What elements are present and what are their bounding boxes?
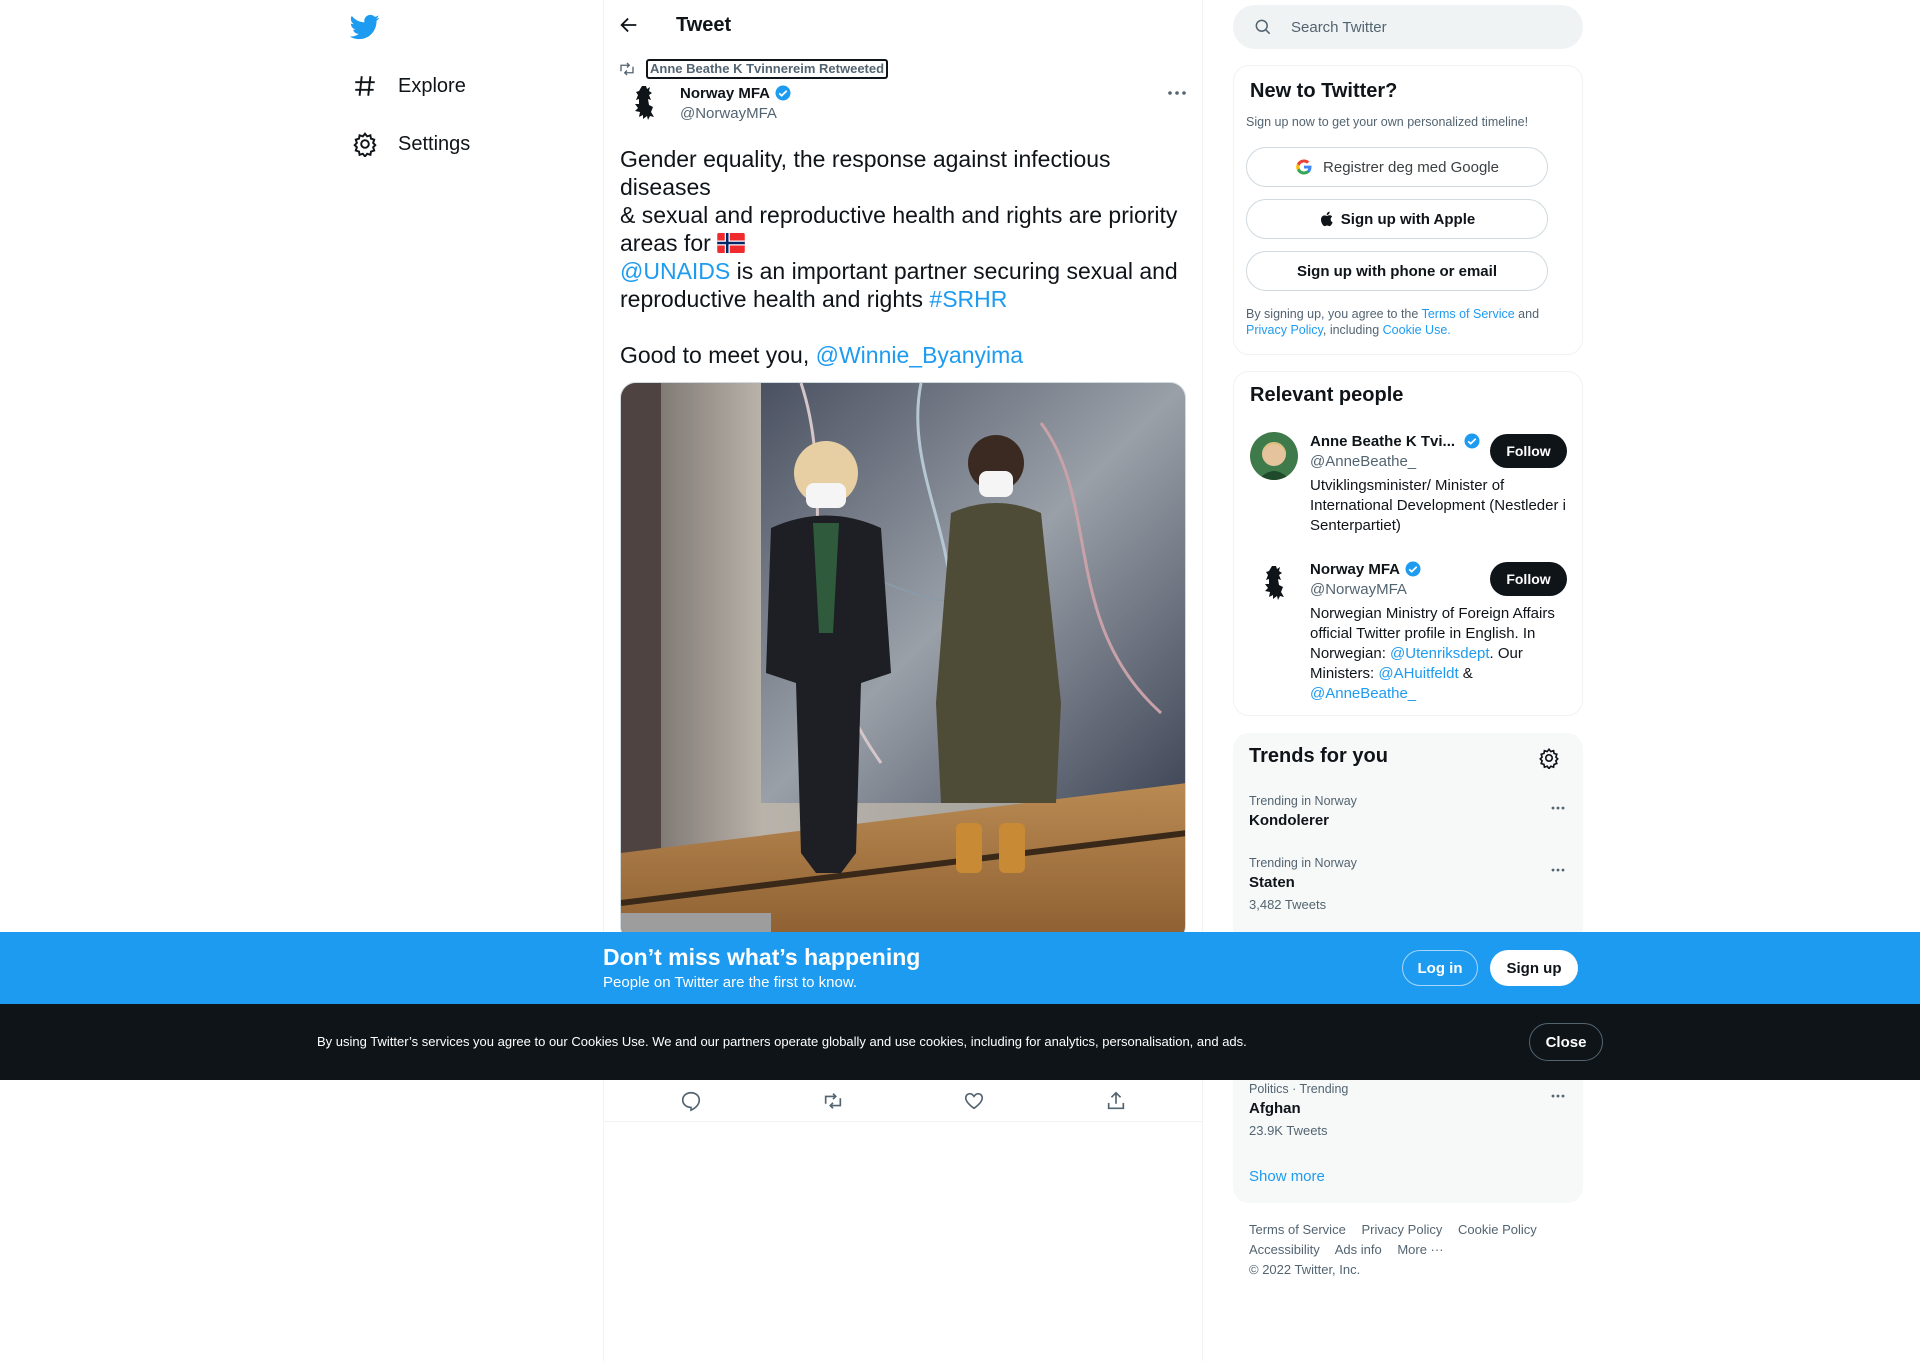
relevant-person-handle[interactable]: @AnneBeathe_ [1310, 453, 1416, 470]
mention-winnie-link[interactable]: @Winnie_Byanyima [816, 342, 1023, 368]
page-title: Tweet [676, 14, 732, 36]
footer-terms-link[interactable]: Terms of Service [1249, 1222, 1346, 1237]
footer-links-row-1: Terms of Service Privacy Policy Cookie P… [1249, 1222, 1549, 1237]
hashtag-srhr-link[interactable]: #SRHR [929, 286, 1007, 312]
terms-of-service-link[interactable]: Terms of Service [1422, 307, 1515, 321]
relevant-person-name[interactable]: Anne Beathe K Tvi... [1310, 432, 1481, 450]
trend-name[interactable]: Afghan [1249, 1100, 1301, 1117]
banner-subtitle: People on Twitter are the first to know. [603, 974, 858, 991]
apple-signup-button[interactable]: Sign up with Apple [1246, 199, 1548, 239]
new-to-twitter-subtitle: Sign up now to get your own personalized… [1246, 115, 1529, 129]
column-divider-left [603, 0, 604, 1361]
tweet-author-name[interactable]: Norway MFA [680, 84, 792, 102]
photo-two-women-meeting [621, 383, 1185, 941]
verified-badge-icon [1405, 561, 1421, 577]
footer-privacy-link[interactable]: Privacy Policy [1361, 1222, 1442, 1237]
reply-icon[interactable] [680, 1090, 702, 1112]
trend-count: 3,482 Tweets [1249, 897, 1327, 912]
anne-beathe-avatar[interactable] [1250, 432, 1298, 480]
nav-settings-label: Settings [398, 132, 471, 155]
gear-icon [353, 132, 377, 157]
footer-copyright: © 2022 Twitter, Inc. [1249, 1262, 1361, 1277]
privacy-policy-link[interactable]: Privacy Policy [1246, 323, 1323, 337]
search-box[interactable] [1233, 5, 1583, 49]
cookie-use-link[interactable]: Cookie Use. [1383, 323, 1451, 337]
trend-meta: Trending in Norway [1249, 794, 1357, 808]
signup-banner [0, 932, 1920, 1004]
footer-ads-info-link[interactable]: Ads info [1335, 1242, 1382, 1257]
footer-cookie-link[interactable]: Cookie Policy [1458, 1222, 1537, 1237]
show-more-link[interactable]: Show more [1249, 1168, 1325, 1185]
relevant-person-handle[interactable]: @NorwayMFA [1310, 581, 1407, 598]
tweet-action-bar [604, 1080, 1202, 1122]
trend-meta: Trending in Norway [1249, 856, 1357, 870]
norway-flag-emoji [717, 233, 745, 253]
tweet-author-handle[interactable]: @NorwayMFA [680, 105, 777, 122]
relevant-people-title: Relevant people [1250, 384, 1404, 406]
cookie-close-button[interactable]: Close [1529, 1023, 1603, 1061]
mention-unaids-link[interactable]: @UNAIDS [620, 258, 730, 284]
trend-more-icon[interactable] [1549, 1091, 1567, 1101]
verified-badge-icon [1464, 433, 1480, 449]
retweet-icon [620, 62, 634, 76]
follow-button[interactable]: Follow [1490, 562, 1567, 596]
tweet-photo[interactable] [620, 382, 1186, 942]
mention-ahuitfeldt-link[interactable]: @AHuitfeldt [1378, 665, 1458, 682]
hashtag-icon [355, 76, 375, 96]
cookie-text: By using Twitter’s services you agree to… [317, 1034, 1247, 1049]
share-icon[interactable] [1105, 1090, 1127, 1112]
login-button[interactable]: Log in [1402, 950, 1478, 986]
signup-terms: By signing up, you agree to the Terms of… [1246, 307, 1540, 337]
trend-count: 23.9K Tweets [1249, 1123, 1328, 1138]
search-input[interactable] [1291, 18, 1561, 36]
tweet-text: Gender equality, the response against in… [620, 146, 1178, 368]
search-icon [1255, 19, 1271, 35]
mention-annebeathe-link[interactable]: @AnneBeathe_ [1310, 685, 1416, 702]
trend-more-icon[interactable] [1549, 803, 1567, 813]
twitter-logo-icon[interactable] [350, 12, 380, 42]
footer-accessibility-link[interactable]: Accessibility [1249, 1242, 1320, 1257]
relevant-person-bio: Utviklingsminister/ Minister of Internat… [1310, 477, 1566, 534]
follow-button[interactable]: Follow [1490, 434, 1567, 468]
nav-explore[interactable]: Explore [352, 73, 466, 99]
norway-mfa-avatar[interactable] [620, 80, 668, 128]
google-icon [1296, 159, 1312, 175]
new-to-twitter-card: New to Twitter? Sign up now to get your … [1233, 65, 1583, 355]
nav-explore-label: Explore [398, 74, 466, 97]
verified-badge-icon [775, 85, 791, 101]
like-heart-icon[interactable] [963, 1090, 985, 1112]
banner-title: Don’t miss what’s happening [603, 944, 921, 970]
back-arrow-icon[interactable] [618, 14, 640, 36]
mention-utenriksdept-link[interactable]: @Utenriksdept [1390, 645, 1489, 662]
relevant-person-bio: Norwegian Ministry of Foreign Affairs of… [1310, 605, 1555, 702]
new-to-twitter-title: New to Twitter? [1250, 80, 1398, 102]
relevant-people-card: Relevant people Anne Beathe K Tvi... @An… [1233, 371, 1583, 716]
phone-email-signup-button[interactable]: Sign up with phone or email [1246, 251, 1548, 291]
trend-name[interactable]: Staten [1249, 874, 1295, 891]
trend-more-icon[interactable] [1549, 865, 1567, 875]
google-signup-button[interactable]: Registrer deg med Google [1246, 147, 1548, 187]
retweeted-by-label[interactable]: Anne Beathe K Tvinnereim Retweeted [646, 59, 889, 79]
norway-mfa-avatar-small[interactable] [1250, 560, 1298, 608]
apple-icon [1320, 211, 1333, 227]
more-options-icon[interactable] [1165, 86, 1189, 100]
column-divider-right [1202, 0, 1203, 1361]
signup-button[interactable]: Sign up [1490, 950, 1578, 986]
trends-settings-gear-icon[interactable] [1538, 747, 1560, 769]
trend-meta: Politics · Trending [1249, 1082, 1349, 1096]
trends-title: Trends for you [1249, 745, 1388, 767]
trend-name[interactable]: Kondolerer [1249, 812, 1329, 829]
relevant-person-name[interactable]: Norway MFA [1310, 560, 1422, 578]
nav-settings[interactable]: Settings [352, 131, 470, 157]
footer-more-link[interactable]: More ··· [1397, 1242, 1443, 1257]
retweet-action-icon[interactable] [822, 1090, 844, 1112]
footer-links-row-2: Accessibility Ads info More ··· [1249, 1242, 1456, 1257]
